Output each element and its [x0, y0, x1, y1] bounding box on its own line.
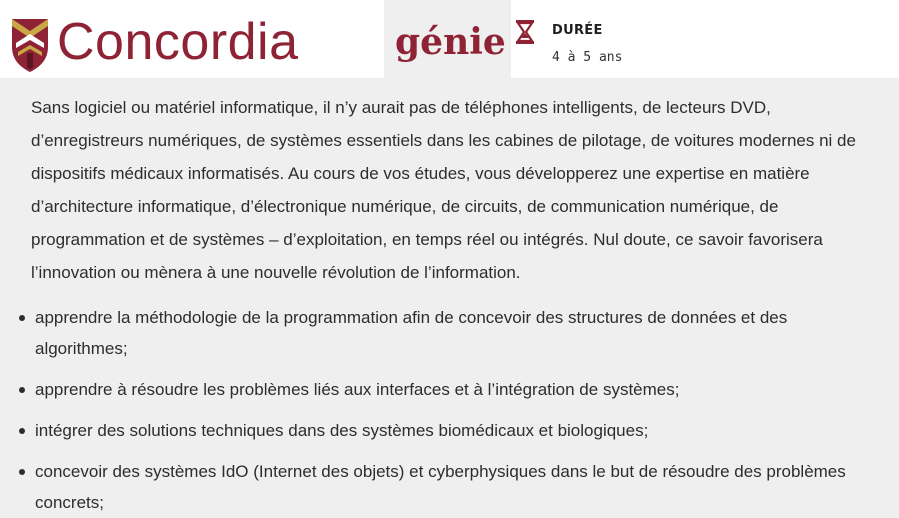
list-item: apprendre la méthodologie de la programm…: [0, 302, 899, 364]
bullet-icon: [19, 387, 25, 393]
list-item: apprendre à résoudre les problèmes liés …: [0, 374, 899, 405]
list-item-text: apprendre la méthodologie de la programm…: [35, 308, 788, 358]
list-item: intégrer des solutions techniques dans d…: [0, 415, 899, 446]
bullet-icon: [19, 315, 25, 321]
skills-list: apprendre la méthodologie de la programm…: [0, 302, 899, 518]
intro-paragraph: Sans logiciel ou matériel informatique, …: [31, 98, 856, 282]
duration-value: 4 à 5 ans: [552, 50, 623, 65]
concordia-wordmark: Concordia: [57, 13, 299, 71]
bullet-icon: [19, 469, 25, 475]
list-item-text: intégrer des solutions techniques dans d…: [35, 421, 649, 440]
list-item-text: concevoir des systèmes IdO (Internet des…: [35, 462, 846, 512]
program-header: Concordia génie DURÉE 4 à 5 ans: [0, 0, 899, 78]
duration-panel: DURÉE 4 à 5 ans: [511, 0, 899, 78]
list-item: concevoir des systèmes IdO (Internet des…: [0, 456, 899, 518]
bullet-icon: [19, 428, 25, 434]
hourglass-icon: [515, 20, 535, 44]
department-title: génie: [395, 21, 506, 63]
list-item-text: apprendre à résoudre les problèmes liés …: [35, 380, 680, 399]
concordia-logo[interactable]: Concordia: [0, 0, 384, 78]
duration-label: DURÉE: [552, 23, 603, 38]
concordia-shield-icon: [12, 19, 48, 72]
program-content: Sans logiciel ou matériel informatique, …: [0, 91, 899, 518]
